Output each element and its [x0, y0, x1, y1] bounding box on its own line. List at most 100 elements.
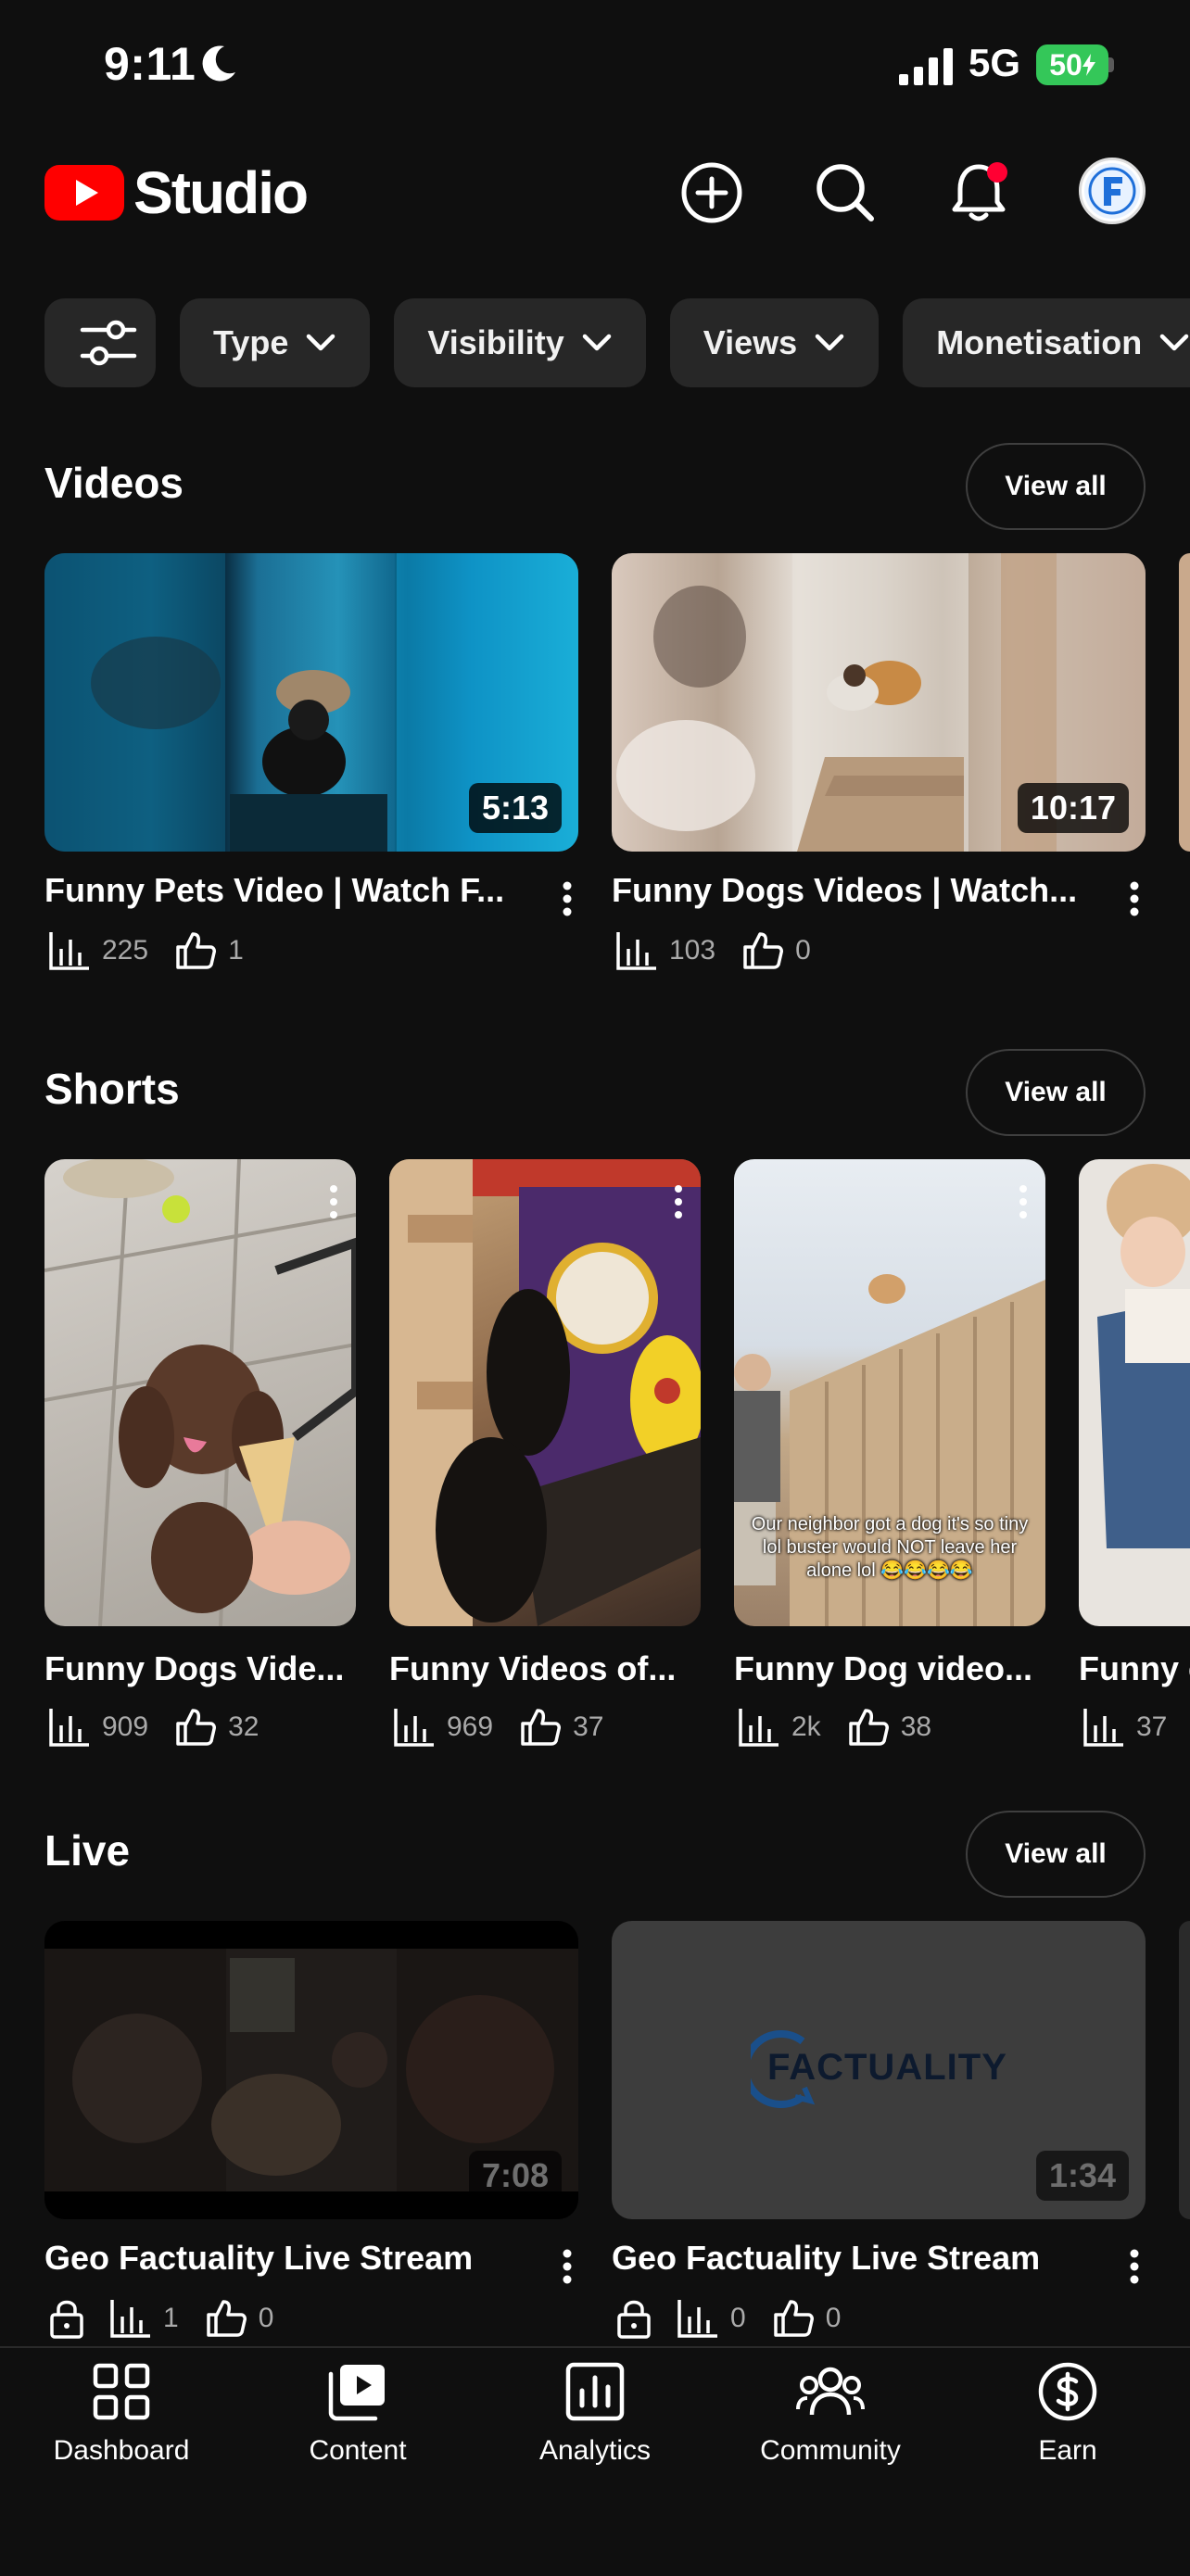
short-stats: 2k 38	[738, 1705, 957, 1749]
youtube-studio-logo[interactable]: Studio	[44, 158, 309, 228]
more-vert-icon[interactable]	[324, 1181, 343, 1228]
thumbs-up-icon	[743, 932, 784, 969]
more-vert-icon	[1130, 2249, 1139, 2284]
lock-icon	[617, 2300, 651, 2339]
live-thumbnail-partial[interactable]	[1179, 1921, 1190, 2219]
video-duration: 10:17	[1017, 783, 1129, 833]
moon-icon	[202, 45, 235, 82]
live-more-button[interactable]	[1116, 2239, 1153, 2294]
live-thumbnail[interactable]: FACTUALITY 1:34	[612, 1921, 1146, 2219]
thumbs-up-icon	[206, 2300, 247, 2337]
views-filter-chip[interactable]: Views	[669, 298, 880, 387]
video-thumbnail[interactable]: 5:13	[44, 553, 578, 852]
create-button[interactable]	[675, 156, 749, 230]
search-button[interactable]	[808, 156, 882, 230]
video-more-button[interactable]	[549, 871, 586, 927]
short-title[interactable]: Funny c	[1079, 1649, 1190, 1688]
videos-section-title: Videos	[44, 459, 184, 507]
nav-dashboard-label: Dashboard	[53, 2435, 190, 2466]
short-views: 909	[102, 1711, 149, 1742]
live-likes: 0	[258, 2303, 274, 2333]
live-views: 1	[163, 2303, 179, 2333]
add-circle-icon	[681, 162, 742, 223]
video-stats: 225 1	[48, 928, 270, 973]
video-title[interactable]: Funny Dogs Videos | Watch...	[612, 871, 1094, 910]
thumbnail-art	[44, 1159, 356, 1626]
thumbs-up-icon	[848, 1709, 889, 1746]
dashboard-icon	[93, 2363, 150, 2420]
nav-dashboard[interactable]: Dashboard	[10, 2361, 233, 2481]
bar-chart-icon	[110, 2300, 150, 2338]
visibility-filter-label: Visibility	[427, 323, 564, 361]
live-likes: 0	[825, 2303, 842, 2333]
battery-indicator: 50	[1036, 44, 1108, 85]
short-thumbnail[interactable]: Our neighbor got a dog it's so tiny lol …	[734, 1159, 1045, 1626]
thumbs-up-icon	[521, 1709, 562, 1746]
bell-icon	[952, 162, 1007, 221]
short-title[interactable]: Funny Dogs Vide...	[44, 1649, 356, 1688]
nav-community[interactable]: Community	[719, 2361, 942, 2481]
nav-analytics[interactable]: Analytics	[484, 2361, 706, 2481]
cellular-signal-icon	[899, 48, 953, 85]
earn-dollar-icon	[1038, 2362, 1097, 2421]
nav-earn-label: Earn	[1038, 2435, 1097, 2466]
nav-earn[interactable]: Earn	[956, 2361, 1179, 2481]
more-vert-icon[interactable]	[1014, 1181, 1032, 1228]
short-views: 969	[447, 1711, 494, 1742]
more-vert-icon[interactable]	[669, 1181, 688, 1228]
short-title[interactable]: Funny Dog video...	[734, 1649, 1045, 1688]
video-duration: 7:08	[468, 2151, 562, 2201]
video-likes: 0	[795, 935, 811, 966]
video-thumbnail-partial[interactable]	[1179, 553, 1190, 852]
video-thumbnail[interactable]: 10:17	[612, 553, 1146, 852]
short-likes: 38	[900, 1711, 932, 1742]
thumbs-up-icon	[773, 2300, 814, 2337]
live-thumbnail[interactable]: 7:08	[44, 1921, 578, 2219]
video-views: 225	[102, 935, 149, 966]
shorts-view-all-button[interactable]: View all	[966, 1049, 1146, 1136]
bar-chart-icon	[677, 2300, 717, 2338]
filter-settings-button[interactable]	[44, 298, 156, 387]
video-duration: 5:13	[468, 783, 562, 833]
short-title[interactable]: Funny Videos of...	[389, 1649, 701, 1688]
live-title[interactable]: Geo Factuality Live Stream	[44, 2239, 526, 2278]
short-thumbnail[interactable]	[44, 1159, 356, 1626]
filter-chips: Type Visibility Views Monetisation	[44, 298, 1190, 387]
battery-tip	[1108, 57, 1114, 72]
short-likes: 37	[573, 1711, 604, 1742]
type-filter-chip[interactable]: Type	[180, 298, 371, 387]
views-filter-label: Views	[703, 323, 798, 361]
short-thumbnail[interactable]	[389, 1159, 701, 1626]
notifications-button[interactable]	[942, 156, 1016, 230]
avatar[interactable]	[1079, 158, 1146, 224]
short-views: 37	[1136, 1711, 1168, 1742]
content-library-icon	[328, 2365, 385, 2421]
visibility-filter-chip[interactable]: Visibility	[394, 298, 646, 387]
monetisation-filter-chip[interactable]: Monetisation	[903, 298, 1190, 387]
video-views: 103	[669, 935, 716, 966]
video-title[interactable]: Funny Pets Video | Watch F...	[44, 871, 526, 910]
short-views: 2k	[791, 1711, 821, 1742]
more-vert-icon	[563, 2249, 572, 2284]
bar-chart-icon	[616, 932, 656, 970]
sliders-icon	[80, 320, 137, 366]
live-views: 0	[730, 2303, 746, 2333]
shorts-section-title: Shorts	[44, 1065, 180, 1113]
video-duration: 1:34	[1035, 2151, 1129, 2201]
bar-chart-icon	[739, 1709, 779, 1747]
nav-content[interactable]: Content	[247, 2361, 469, 2481]
live-title[interactable]: Geo Factuality Live Stream	[612, 2239, 1094, 2278]
app-title: Studio	[133, 159, 309, 226]
community-icon	[796, 2367, 865, 2416]
video-more-button[interactable]	[1116, 871, 1153, 927]
live-view-all-button[interactable]: View all	[966, 1811, 1146, 1898]
short-stats: 37	[1082, 1705, 1190, 1749]
short-thumbnail[interactable]	[1079, 1159, 1190, 1626]
bar-chart-icon	[1083, 1709, 1123, 1747]
factuality-logo-text: FACTUALITY	[767, 2047, 1007, 2088]
network-type: 5G	[968, 41, 1021, 84]
live-more-button[interactable]	[549, 2239, 586, 2294]
video-likes: 1	[228, 935, 244, 966]
live-stats: 1 0	[48, 2296, 299, 2341]
videos-view-all-button[interactable]: View all	[966, 443, 1146, 530]
